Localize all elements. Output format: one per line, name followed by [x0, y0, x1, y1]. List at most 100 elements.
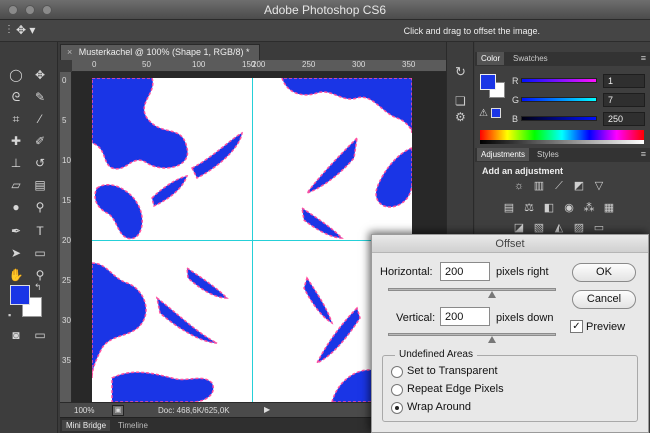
move-tool-preset-icon[interactable]: ✥ ▾: [16, 23, 35, 37]
ok-button[interactable]: OK: [572, 263, 636, 282]
foreground-color-swatch-top[interactable]: [10, 285, 30, 305]
black-white-icon[interactable]: ◧: [543, 202, 555, 214]
shape-blob: [92, 262, 147, 379]
radio-wrap-around[interactable]: [391, 402, 403, 414]
radio-set-transparent[interactable]: [391, 366, 403, 378]
b-value[interactable]: 250: [603, 112, 645, 126]
screen-mode-icon[interactable]: ▭: [30, 326, 50, 344]
history-brush-tool-icon[interactable]: ↺: [30, 154, 50, 172]
vertical-unit: pixels down: [496, 312, 554, 324]
status-expand-icon[interactable]: ▶: [264, 405, 270, 414]
threshold-icon[interactable]: ◭: [553, 222, 565, 234]
zoom-level[interactable]: 100%: [74, 406, 94, 415]
document-tab[interactable]: × Musterkachel @ 100% (Shape 1, RGB/8) *: [60, 44, 260, 60]
properties-panel-icon[interactable]: ⚙: [455, 110, 466, 124]
quick-mask-icon[interactable]: ◙: [6, 326, 26, 344]
healing-brush-tool-icon[interactable]: ✚: [6, 132, 26, 150]
color-balance-icon[interactable]: ⚖: [523, 202, 535, 214]
vertical-input[interactable]: [440, 307, 490, 326]
eraser-tool-icon[interactable]: ▱: [6, 176, 26, 194]
brush-tool-icon[interactable]: ✐: [30, 132, 50, 150]
ruler-label: 350: [402, 60, 416, 69]
ruler-label: 50: [142, 60, 151, 69]
r-value[interactable]: 1: [603, 74, 645, 88]
g-slider[interactable]: [521, 97, 597, 102]
preview-label: Preview: [586, 321, 626, 333]
hue-saturation-icon[interactable]: ▤: [503, 202, 515, 214]
type-tool-icon[interactable]: T: [30, 222, 50, 240]
color-spectrum-bar[interactable]: [480, 130, 644, 144]
eyedropper-tool-icon[interactable]: ⁄: [30, 110, 50, 128]
document-canvas[interactable]: [92, 78, 412, 402]
posterize-icon[interactable]: ▧: [533, 222, 545, 234]
r-slider[interactable]: [521, 78, 597, 83]
color-foreground-swatch-top[interactable]: [480, 74, 496, 90]
title-bar: Adobe Photoshop CS6: [0, 0, 650, 20]
cancel-button[interactable]: Cancel: [572, 290, 636, 309]
tab-mini-bridge[interactable]: Mini Bridge: [62, 420, 111, 431]
vertical-slider-thumb[interactable]: [488, 336, 496, 343]
panel-menu-icon[interactable]: ≡: [641, 149, 646, 159]
gradient-tool-icon[interactable]: ▤: [30, 176, 50, 194]
move-tool-icon[interactable]: ✥: [30, 66, 50, 84]
pen-tool-icon[interactable]: ✒: [6, 222, 26, 240]
history-panel-icon[interactable]: ↻: [455, 64, 466, 80]
shape-tool-icon[interactable]: ▭: [30, 244, 50, 262]
tab-swatches[interactable]: Swatches: [509, 52, 552, 65]
quick-selection-tool-icon[interactable]: ✎: [30, 88, 50, 106]
default-colors-icon[interactable]: ▪: [8, 310, 11, 320]
crop-tool-icon[interactable]: ⌗: [6, 110, 26, 128]
selective-color-icon[interactable]: ▨: [573, 222, 585, 234]
close-doc-icon[interactable]: ×: [67, 47, 72, 57]
radio-repeat-edge-pixels[interactable]: [391, 384, 403, 396]
horizontal-slider-track[interactable]: [388, 288, 556, 291]
levels-icon[interactable]: ▥: [533, 180, 545, 192]
channel-mixer-icon[interactable]: ⁂: [583, 202, 595, 214]
dodge-tool-icon[interactable]: ⚲: [30, 198, 50, 216]
horizontal-guide[interactable]: [92, 240, 412, 241]
tab-styles[interactable]: Styles: [533, 148, 563, 161]
status-menu-icon[interactable]: ▣: [112, 405, 124, 416]
path-selection-tool-icon[interactable]: ➤: [6, 244, 26, 262]
horizontal-slider-thumb[interactable]: [488, 291, 496, 298]
color-lookup-icon[interactable]: ▦: [603, 202, 615, 214]
dialog-title: Offset: [372, 235, 648, 253]
shape-blob: [92, 78, 189, 170]
curves-icon[interactable]: ⟋: [553, 180, 565, 192]
panel-menu-icon[interactable]: ≡: [641, 53, 646, 63]
invert-icon[interactable]: ◪: [513, 222, 525, 234]
vertical-ruler: 0 5 10 15 20 25 30 35: [60, 72, 72, 402]
in-gamut-swatch[interactable]: [491, 108, 501, 118]
gradient-map-icon[interactable]: ▭: [593, 222, 605, 234]
tab-adjustments[interactable]: Adjustments: [477, 148, 530, 161]
lasso-tool-icon[interactable]: ᘓ: [6, 88, 26, 106]
clone-stamp-tool-icon[interactable]: ⊥: [6, 154, 26, 172]
g-value[interactable]: 7: [603, 93, 645, 107]
option-label: Wrap Around: [407, 401, 472, 413]
tab-color[interactable]: Color: [477, 52, 505, 65]
horizontal-label: Horizontal:: [380, 266, 433, 278]
b-slider[interactable]: [521, 116, 597, 121]
tab-timeline[interactable]: Timeline: [114, 420, 152, 431]
photo-filter-icon[interactable]: ◉: [563, 202, 575, 214]
ruler-label: 15: [62, 196, 71, 205]
blur-tool-icon[interactable]: ●: [6, 198, 26, 216]
shape-petal: [375, 147, 412, 208]
shape-petal: [94, 183, 143, 240]
brightness-contrast-icon[interactable]: ☼: [513, 180, 525, 192]
shape-petal: [155, 296, 218, 344]
layers-panel-icon[interactable]: ❏: [455, 94, 466, 108]
ruler-label: 10: [62, 156, 71, 165]
marquee-tool-icon[interactable]: ◯: [6, 66, 26, 84]
exposure-icon[interactable]: ◩: [573, 180, 585, 192]
swap-colors-icon[interactable]: ↰: [34, 282, 42, 293]
hand-tool-icon[interactable]: ✋: [6, 266, 26, 284]
vibrance-icon[interactable]: ▽: [593, 180, 605, 192]
horizontal-input[interactable]: [440, 262, 490, 281]
ruler-label: 5: [62, 116, 67, 125]
vertical-label: Vertical:: [396, 312, 436, 324]
undefined-areas-group: Undefined Areas Set to Transparent Repea…: [382, 349, 638, 422]
r-label: R: [512, 76, 519, 86]
vertical-slider-track[interactable]: [388, 333, 556, 336]
preview-checkbox[interactable]: ✓: [570, 320, 583, 333]
